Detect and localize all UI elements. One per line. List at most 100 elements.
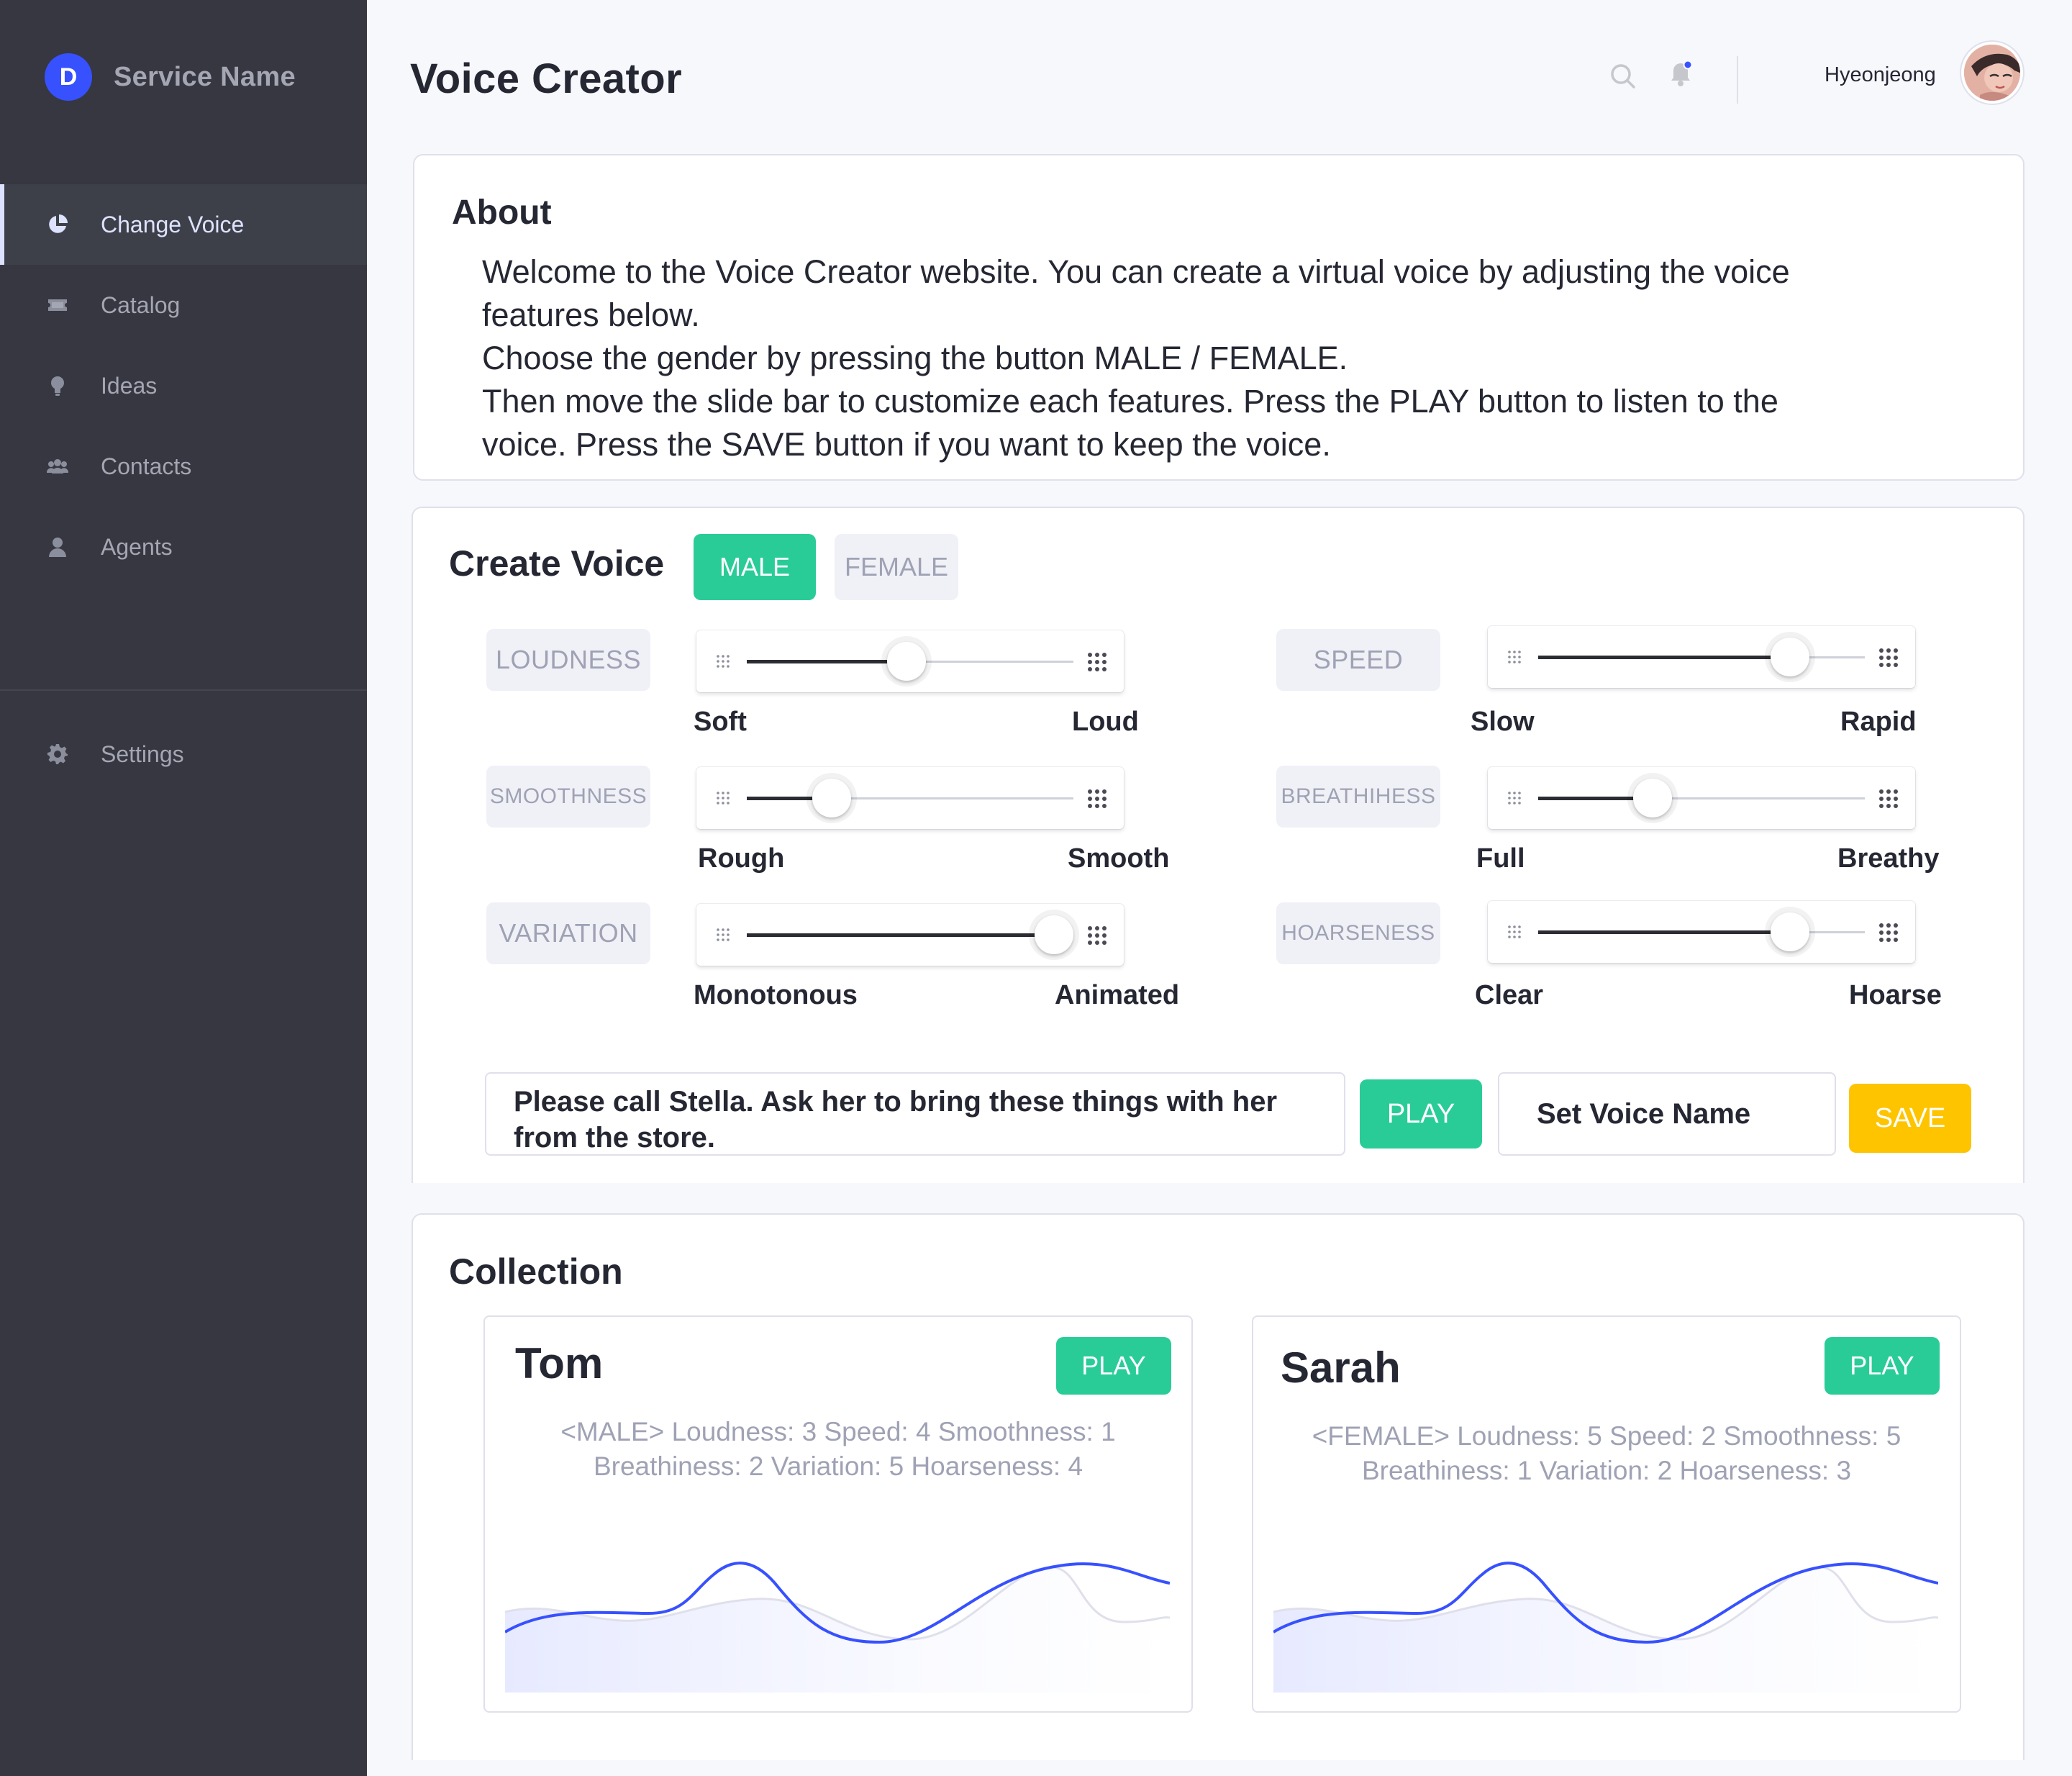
slider-track[interactable] <box>747 642 1073 681</box>
hoarseness-max-label: Hoarse <box>1849 980 1942 1010</box>
about-title: About <box>452 194 552 232</box>
person-icon <box>45 534 71 560</box>
sidebar-item-change-voice[interactable]: Change Voice <box>0 184 367 265</box>
drag-handle-icon <box>1508 925 1521 938</box>
variation-min-label: Monotonous <box>694 980 858 1010</box>
variation-label: VARIATION <box>486 902 650 964</box>
slider-knob[interactable] <box>1770 638 1809 676</box>
gear-icon <box>45 741 71 767</box>
voice-name-input[interactable]: Set Voice Name <box>1498 1072 1836 1156</box>
create-voice-title: Create Voice <box>449 543 665 584</box>
sidebar-item-settings[interactable]: Settings <box>0 714 367 794</box>
search-icon[interactable] <box>1609 62 1637 91</box>
slider-fill <box>1538 656 1790 659</box>
brand-name: Service Name <box>114 61 296 92</box>
pie-chart-icon <box>45 212 71 237</box>
variation-slider[interactable] <box>696 904 1124 966</box>
slider-knob[interactable] <box>1034 915 1073 954</box>
voice-description: <MALE> Loudness: 3 Speed: 4 Smoothness: … <box>560 1417 1116 1446</box>
voice-description: Breathiness: 1 Variation: 2 Hoarseness: … <box>1361 1456 1852 1485</box>
user-name[interactable]: Hyeonjeong <box>1825 63 1936 87</box>
loudness-label: LOUDNESS <box>486 629 650 691</box>
hoarseness-slider[interactable] <box>1488 901 1915 963</box>
slider-knob[interactable] <box>887 642 927 681</box>
save-button[interactable]: SAVE <box>1849 1084 1971 1153</box>
notification-dot <box>1683 60 1693 70</box>
sidebar-item-agents[interactable]: Agents <box>0 507 367 587</box>
breathiness-label: BREATHIHESS <box>1276 766 1440 828</box>
voice-name: Sarah <box>1281 1344 1401 1392</box>
male-button[interactable]: MALE <box>694 534 816 600</box>
drag-handle-icon <box>1508 651 1521 663</box>
page-title: Voice Creator <box>410 55 683 102</box>
slider-fill <box>747 933 1054 937</box>
avatar[interactable] <box>1961 42 2023 104</box>
voice-card-tom[interactable]: Tom PLAY <MALE> Loudness: 3 Speed: 4 Smo… <box>483 1315 1193 1713</box>
female-button[interactable]: FEMALE <box>835 534 958 600</box>
about-text-line: features below. <box>482 296 700 333</box>
voice-play-button[interactable]: PLAY <box>1825 1337 1940 1395</box>
voice-card-sarah[interactable]: Sarah PLAY <FEMALE> Loudness: 5 Speed: 2… <box>1252 1315 1961 1713</box>
breathiness-slider[interactable] <box>1488 767 1915 829</box>
drag-handle-icon <box>1088 653 1107 671</box>
about-text-line: Then move the slide bar to customize eac… <box>482 383 1778 420</box>
sidebar-item-catalog[interactable]: Catalog <box>0 265 367 345</box>
about-text-line: Choose the gender by pressing the button… <box>482 340 1348 376</box>
sentence-text-line: from the store. <box>514 1122 716 1154</box>
sentence-input[interactable]: Please call Stella. Ask her to bring the… <box>485 1072 1345 1156</box>
breathiness-max-label: Breathy <box>1837 843 1940 874</box>
header-divider <box>1737 56 1738 104</box>
about-text-line: Welcome to the Voice Creator website. Yo… <box>482 253 1790 290</box>
users-icon <box>45 453 71 479</box>
sidebar-item-label: Change Voice <box>101 211 245 237</box>
sidebar-item-ideas[interactable]: Ideas <box>0 345 367 426</box>
slider-knob[interactable] <box>812 779 852 817</box>
ticket-icon <box>45 292 71 318</box>
hoarseness-min-label: Clear <box>1475 980 1544 1010</box>
speed-slider[interactable] <box>1488 626 1915 688</box>
slider-track[interactable] <box>1538 638 1865 676</box>
sidebar-item-label: Settings <box>101 740 184 767</box>
waveform-chart <box>505 1562 1170 1693</box>
voice-description: <FEMALE> Loudness: 5 Speed: 2 Smoothness… <box>1312 1421 1901 1451</box>
slider-track[interactable] <box>747 915 1073 954</box>
hoarseness-label: HOARSENESS <box>1276 902 1440 964</box>
drag-handle-icon <box>717 928 730 941</box>
voice-play-button[interactable]: PLAY <box>1056 1337 1171 1395</box>
voice-description: Breathiness: 2 Variation: 5 Hoarseness: … <box>593 1451 1083 1481</box>
sidebar-item-label: Catalog <box>101 291 181 318</box>
slider-knob[interactable] <box>1770 912 1809 951</box>
smoothness-slider[interactable] <box>696 767 1124 829</box>
brand[interactable]: D Service Name <box>45 52 296 102</box>
loudness-slider[interactable] <box>696 630 1124 692</box>
smoothness-max-label: Smooth <box>1068 843 1170 874</box>
play-button[interactable]: PLAY <box>1360 1079 1482 1148</box>
collection-card: Collection Tom PLAY <MALE> Loudness: 3 S… <box>412 1213 2025 1760</box>
drag-handle-icon <box>717 655 730 668</box>
slider-track[interactable] <box>747 779 1073 817</box>
slider-fill <box>747 660 907 663</box>
smoothness-label: SMOOTHNESS <box>486 766 650 828</box>
slider-knob[interactable] <box>1632 779 1672 817</box>
slider-track[interactable] <box>1538 912 1865 951</box>
drag-handle-icon <box>1879 648 1898 667</box>
bell-icon[interactable] <box>1666 59 1695 88</box>
lightbulb-icon <box>45 373 71 399</box>
collection-title: Collection <box>449 1251 623 1292</box>
sidebar-item-contacts[interactable]: Contacts <box>0 426 367 507</box>
drag-handle-icon <box>717 792 730 805</box>
drag-handle-icon <box>1088 926 1107 945</box>
speed-min-label: Slow <box>1471 707 1535 737</box>
loudness-min-label: Soft <box>694 707 747 737</box>
loudness-max-label: Loud <box>1072 707 1139 737</box>
smoothness-min-label: Rough <box>698 843 785 874</box>
sidebar-item-label: Ideas <box>101 372 158 399</box>
variation-max-label: Animated <box>1055 980 1180 1010</box>
drag-handle-icon <box>1879 923 1898 942</box>
about-card: About Welcome to the Voice Creator websi… <box>413 154 2025 481</box>
sidebar-divider <box>0 689 367 691</box>
speed-max-label: Rapid <box>1840 707 1917 737</box>
sidebar: D Service Name Change Voice Catalog Idea… <box>0 0 367 1776</box>
slider-track[interactable] <box>1538 779 1865 817</box>
sidebar-item-label: Agents <box>101 533 173 560</box>
